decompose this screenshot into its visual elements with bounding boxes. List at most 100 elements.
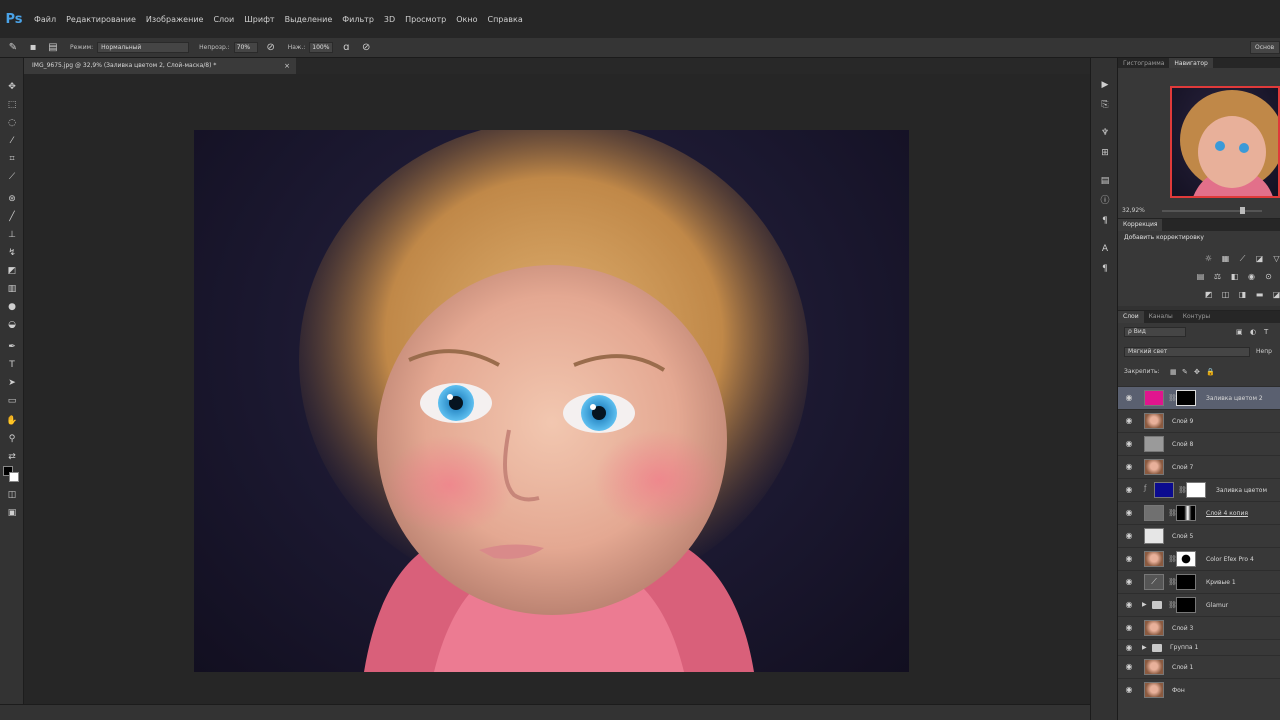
pressure-size-icon[interactable]: ⊘: [359, 41, 373, 55]
portrait-image[interactable]: [194, 130, 909, 672]
layer-group-row[interactable]: ◉ ▶ ⛓ Glamur: [1118, 593, 1280, 616]
exposure-icon[interactable]: ◪: [1253, 253, 1266, 264]
invert-icon[interactable]: ◩: [1202, 289, 1215, 300]
eye-icon[interactable]: ◉: [1123, 553, 1135, 565]
menu-edit[interactable]: Редактирование: [66, 15, 136, 24]
airbrush-icon[interactable]: ɑ: [339, 41, 353, 55]
workspace-button[interactable]: Основ: [1250, 41, 1280, 54]
chain-icon[interactable]: ⛓: [1168, 599, 1177, 611]
move-icon[interactable]: ✥: [4, 80, 20, 94]
layer-filter-select[interactable]: ρ Вид: [1124, 327, 1186, 337]
quick-mask-icon[interactable]: ◫: [4, 488, 20, 502]
eye-icon[interactable]: ◉: [1123, 415, 1135, 427]
layer-row[interactable]: ◉ Фон: [1118, 678, 1280, 701]
eyedropper-icon[interactable]: ⟋: [4, 170, 20, 184]
paragraph-style-icon[interactable]: ¶: [1097, 262, 1113, 276]
history-brush-icon[interactable]: ↯: [4, 246, 20, 260]
threshold-icon[interactable]: ◨: [1236, 289, 1249, 300]
menu-file[interactable]: Файл: [34, 15, 56, 24]
crop-icon[interactable]: ⌗: [4, 152, 20, 166]
menu-select[interactable]: Выделение: [285, 15, 333, 24]
chain-icon[interactable]: ⛓: [1168, 553, 1177, 565]
dodge-icon[interactable]: ◒: [4, 318, 20, 332]
filter-pixel-icon[interactable]: ▣: [1236, 325, 1243, 339]
color-balance-icon[interactable]: ⚖: [1211, 271, 1224, 282]
brush-icon[interactable]: ╱: [4, 210, 20, 224]
brush-preset-icon[interactable]: ✎: [6, 41, 20, 55]
quick-select-icon[interactable]: ⁄: [4, 134, 20, 148]
eye-icon[interactable]: ◉: [1123, 484, 1135, 496]
flow-field[interactable]: 100%: [309, 42, 334, 53]
gradient-map-icon[interactable]: ▬: [1253, 289, 1266, 300]
opacity-field[interactable]: 70%: [233, 42, 258, 53]
layer-row[interactable]: ◉ Слой 7: [1118, 455, 1280, 478]
info-icon[interactable]: ⓘ: [1097, 194, 1113, 208]
tab-channels[interactable]: Каналы: [1144, 311, 1178, 323]
layer-row[interactable]: ◉ ⛓ Слой 4 копия: [1118, 501, 1280, 524]
vibrance-icon[interactable]: ▽: [1270, 253, 1280, 264]
menu-type[interactable]: Шрифт: [244, 15, 274, 24]
navigator-preview[interactable]: [1170, 86, 1280, 198]
navigator-zoom-knob[interactable]: [1240, 207, 1245, 214]
document-tab[interactable]: IMG_9675.jpg @ 32,9% (Заливка цветом 2, …: [24, 58, 296, 74]
layer-row[interactable]: ◉ ⟋ ⛓ Кривые 1: [1118, 570, 1280, 593]
shape-icon[interactable]: ▭: [4, 394, 20, 408]
tab-paths[interactable]: Контуры: [1178, 311, 1215, 323]
clone-source-icon[interactable]: ⊞: [1097, 146, 1113, 160]
tab-layers[interactable]: Слои: [1118, 311, 1144, 323]
expand-arrow-icon[interactable]: ▶: [1142, 600, 1147, 610]
layer-mask-thumbnail[interactable]: [1176, 505, 1196, 521]
marquee-icon[interactable]: ⬚: [4, 98, 20, 112]
brush-size-icon[interactable]: ▪: [26, 41, 40, 55]
healing-icon[interactable]: ⊛: [4, 192, 20, 206]
eye-icon[interactable]: ◉: [1123, 392, 1135, 404]
chain-icon[interactable]: ⛓: [1168, 576, 1177, 588]
layer-row[interactable]: ◉ Слой 3: [1118, 616, 1280, 639]
eye-icon[interactable]: ◉: [1123, 530, 1135, 542]
gradient-icon[interactable]: ▥: [4, 282, 20, 296]
layer-row[interactable]: ◉ Слой 5: [1118, 524, 1280, 547]
chain-icon[interactable]: ⛓: [1168, 507, 1177, 519]
lock-all-icon[interactable]: 🔒: [1206, 365, 1215, 379]
eye-icon[interactable]: ◉: [1123, 438, 1135, 450]
lock-transparent-icon[interactable]: ▦: [1170, 365, 1177, 379]
brightness-icon[interactable]: ☼: [1202, 253, 1215, 264]
layer-row[interactable]: ◉ ⛓ Color Efex Pro 4: [1118, 547, 1280, 570]
eye-icon[interactable]: ◉: [1123, 461, 1135, 473]
layer-row[interactable]: ◉ Слой 9: [1118, 409, 1280, 432]
tab-adjustments[interactable]: Коррекция: [1118, 219, 1163, 231]
chain-icon[interactable]: ⛓: [1178, 484, 1187, 496]
layer-mask-thumbnail[interactable]: [1186, 482, 1206, 498]
pressure-opacity-icon[interactable]: ⊘: [264, 41, 278, 55]
eye-icon[interactable]: ◉: [1123, 684, 1135, 696]
play-icon[interactable]: ▶: [1097, 78, 1113, 92]
menu-image[interactable]: Изображение: [146, 15, 204, 24]
layer-mask-thumbnail[interactable]: [1176, 390, 1196, 406]
blend-mode-select[interactable]: Мягкий свет: [1124, 347, 1250, 357]
swap-colors-icon[interactable]: ⇄: [4, 450, 20, 464]
type-icon[interactable]: T: [4, 358, 20, 372]
eye-icon[interactable]: ◉: [1123, 507, 1135, 519]
layer-row[interactable]: ◉ ƒ ⛓ Заливка цветом: [1118, 478, 1280, 501]
character-icon[interactable]: A: [1097, 242, 1113, 256]
layer-mask-thumbnail[interactable]: [1176, 574, 1196, 590]
lasso-icon[interactable]: ◌: [4, 116, 20, 130]
lock-pixels-icon[interactable]: ✎: [1182, 365, 1188, 379]
channel-mixer-icon[interactable]: ⊙: [1262, 271, 1275, 282]
close-icon[interactable]: ×: [284, 58, 290, 74]
menu-view[interactable]: Просмотр: [405, 15, 446, 24]
screen-mode-icon[interactable]: ▣: [4, 506, 20, 520]
menu-filter[interactable]: Фильтр: [342, 15, 374, 24]
chain-icon[interactable]: ⛓: [1168, 392, 1177, 404]
properties-icon[interactable]: ▤: [1097, 174, 1113, 188]
eye-icon[interactable]: ◉: [1123, 622, 1135, 634]
filter-type-icon[interactable]: T: [1264, 325, 1268, 339]
navigator-zoom-slider[interactable]: [1162, 210, 1262, 212]
eye-icon[interactable]: ◉: [1123, 599, 1135, 611]
history-icon[interactable]: ⎘: [1097, 98, 1113, 112]
hue-saturation-icon[interactable]: ▤: [1194, 271, 1207, 282]
clone-stamp-icon[interactable]: ⊥: [4, 228, 20, 242]
black-white-icon[interactable]: ◧: [1228, 271, 1241, 282]
blur-icon[interactable]: ●: [4, 300, 20, 314]
brush-panel-icon[interactable]: ▤: [46, 41, 60, 55]
